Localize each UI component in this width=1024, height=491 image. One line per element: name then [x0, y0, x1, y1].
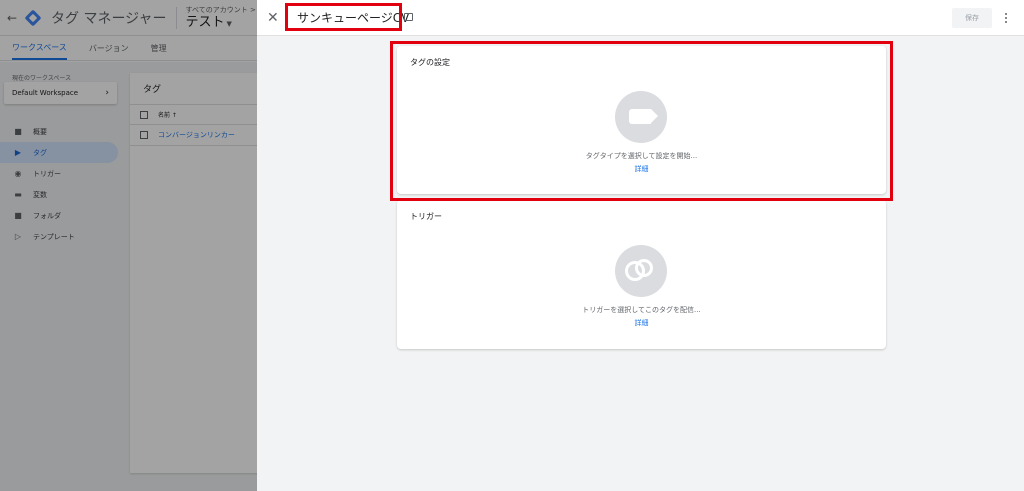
tag-editor-panel: ✕ サンキューページCV 保存 タグの設定 タグタイプを選択して設定を開始...… [257, 0, 1024, 491]
panel-header: ✕ サンキューページCV 保存 [257, 0, 1024, 36]
close-icon[interactable]: ✕ [267, 8, 279, 28]
tag-configuration-highlight-box [390, 41, 893, 201]
trigger-type-icon[interactable] [615, 245, 667, 297]
more-vert-icon[interactable] [1002, 8, 1010, 28]
trigger-ring-icon [635, 259, 653, 277]
save-button[interactable]: 保存 [952, 8, 992, 28]
triggering-title: トリガー [410, 212, 442, 221]
triggering-card[interactable]: トリガー トリガーを選択してこのタグを配信... 詳細 [397, 200, 886, 349]
folder-icon[interactable] [404, 13, 413, 21]
triggering-hint: トリガーを選択してこのタグを配信... [582, 306, 701, 314]
trigger-learn-more-link[interactable]: 詳細 [397, 318, 886, 328]
title-highlight-box [285, 3, 402, 31]
